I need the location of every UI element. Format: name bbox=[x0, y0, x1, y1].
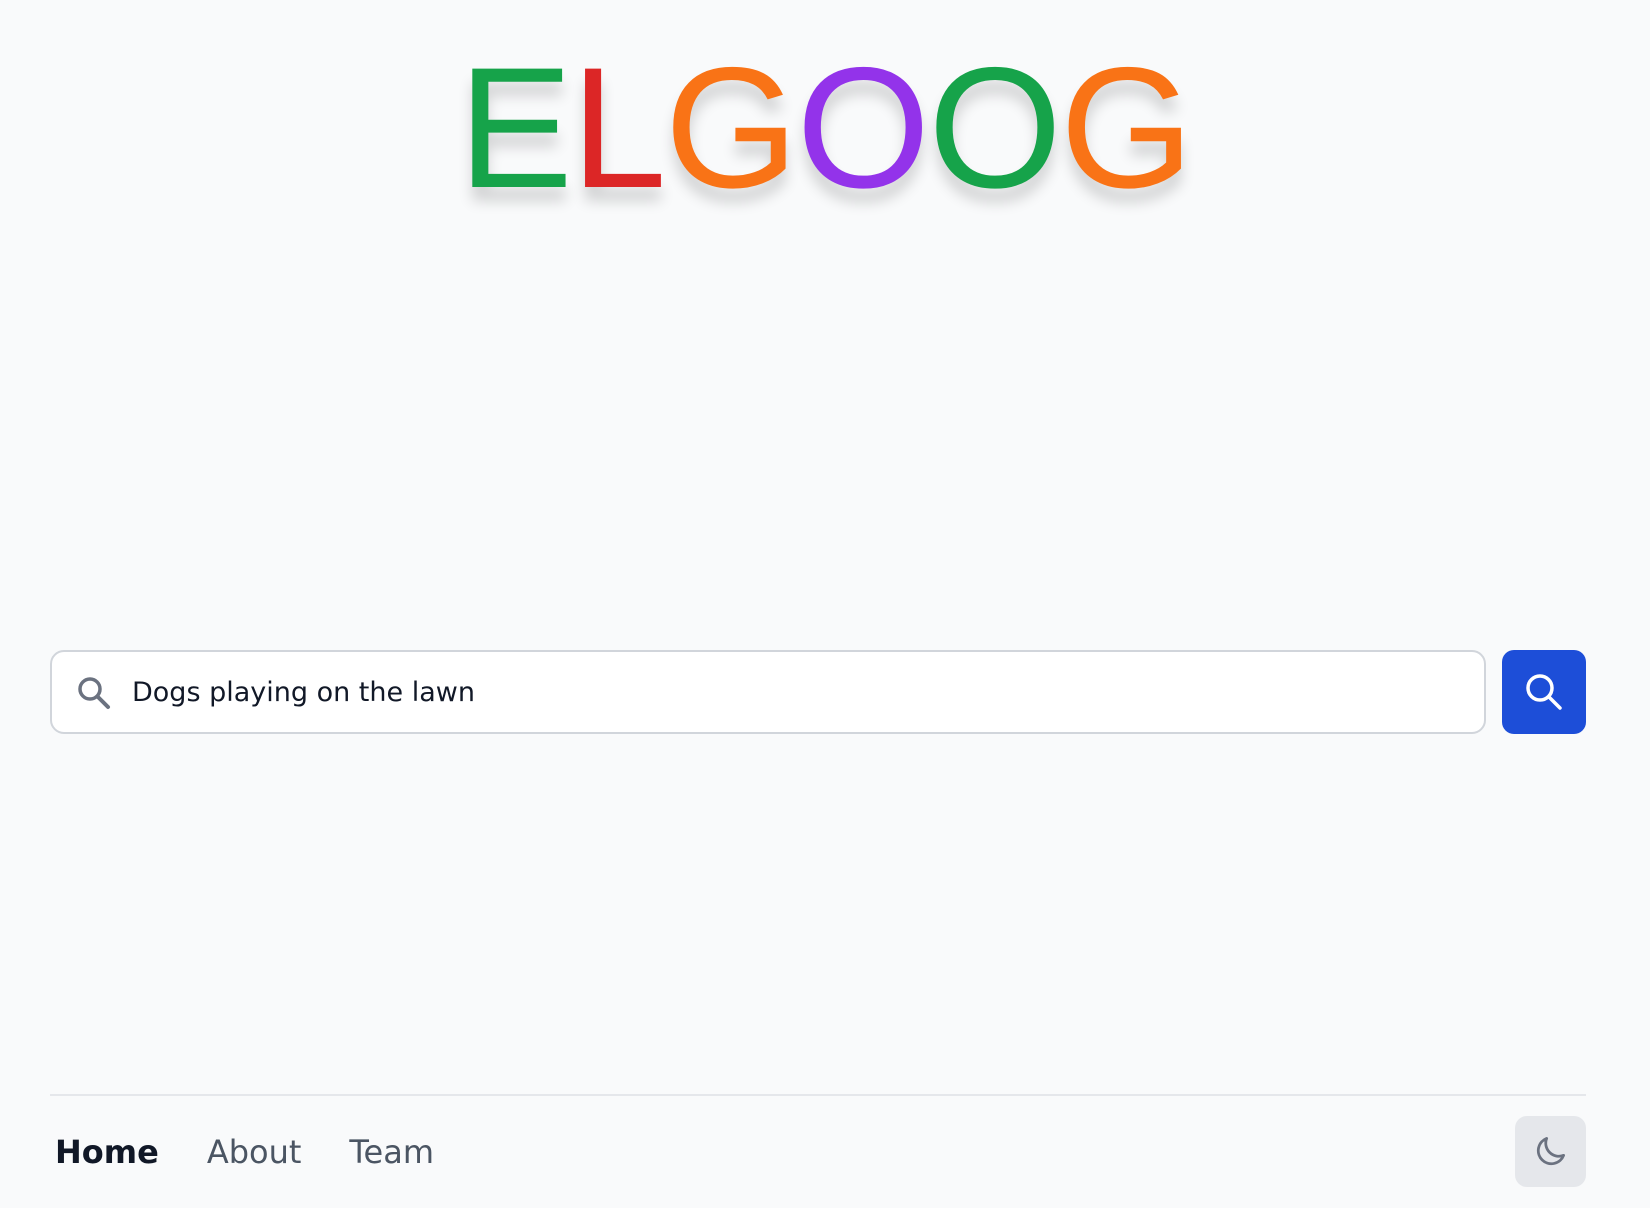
logo-letter: O bbox=[796, 32, 930, 224]
footer-nav: Home About Team bbox=[55, 1130, 482, 1174]
logo-letter: G bbox=[1060, 32, 1194, 224]
theme-toggle-button[interactable] bbox=[1515, 1116, 1586, 1187]
logo-letter: G bbox=[664, 32, 799, 224]
page: ELGOOG Home About Team bbox=[0, 0, 1650, 1208]
logo: ELGOOG bbox=[0, 42, 1650, 214]
nav-link-team[interactable]: Team bbox=[349, 1133, 434, 1171]
footer-divider bbox=[50, 1094, 1586, 1096]
nav-link-home[interactable]: Home bbox=[55, 1133, 159, 1171]
nav-link-about[interactable]: About bbox=[207, 1133, 302, 1171]
logo-letter: L bbox=[570, 32, 667, 224]
logo-letter: E bbox=[458, 32, 573, 224]
search-icon bbox=[76, 675, 112, 711]
search-button[interactable] bbox=[1502, 650, 1586, 734]
logo-letter: O bbox=[928, 32, 1062, 224]
search-box[interactable] bbox=[50, 650, 1486, 734]
search-input[interactable] bbox=[132, 652, 1462, 732]
search-bar bbox=[50, 650, 1586, 734]
